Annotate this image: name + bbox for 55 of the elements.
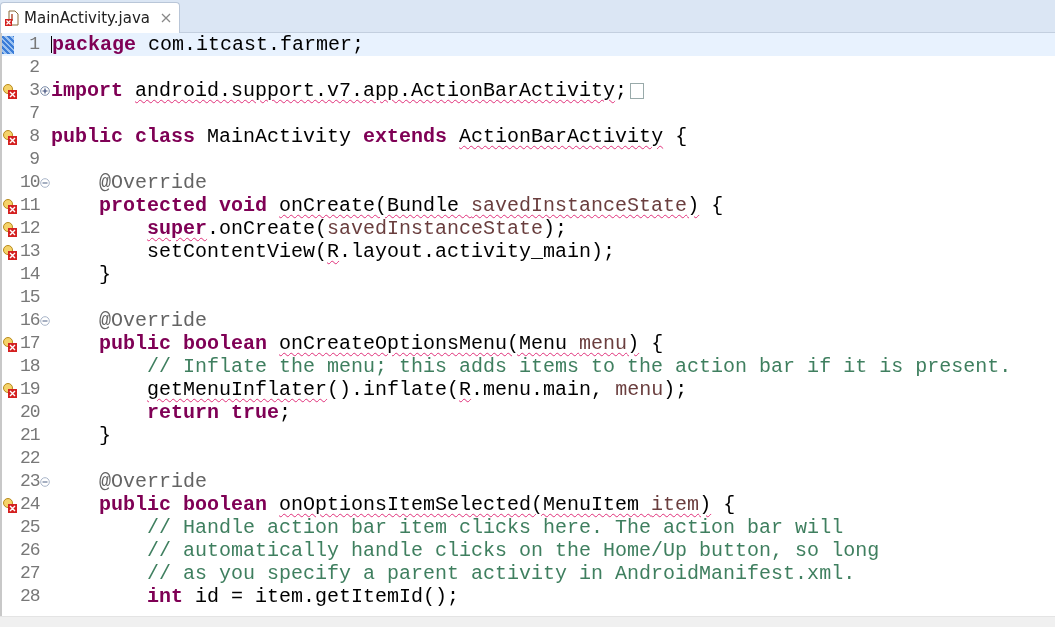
code-line: // Handle action bar item clicks here. The action bar will xyxy=(146,516,844,539)
line-number: 24 xyxy=(20,493,39,516)
line-number: 10 xyxy=(20,171,39,194)
line-number: 14 xyxy=(20,263,39,286)
line-number: 3 xyxy=(28,79,39,102)
line-number: 20 xyxy=(20,401,39,424)
text-cursor xyxy=(51,36,52,53)
code-line: public boolean onOptionsItemSelected(MenuItem item) { xyxy=(98,493,736,516)
code-line: } xyxy=(98,424,112,447)
close-icon[interactable] xyxy=(160,13,171,23)
code-line: // Inflate the menu; this adds items to the action bar if it is present. xyxy=(146,355,1012,378)
code-line: // automatically handle clicks on the Home/Up button, so long xyxy=(146,539,880,562)
code-line: @Override xyxy=(98,171,208,194)
code-line: return true; xyxy=(146,401,292,424)
java-file-error-icon xyxy=(5,10,19,26)
code-line: public class MainActivity extends ActionBarActivity { xyxy=(51,125,688,148)
line-number: 18 xyxy=(20,355,39,378)
code-line: // as you specify a parent activity in AndroidManifest.xml. xyxy=(146,562,856,585)
line-number: 7 xyxy=(28,102,39,125)
collapse-fold-icon[interactable] xyxy=(40,315,50,326)
code-line: int id = item.getItemId(); xyxy=(146,585,460,608)
horizontal-scrollbar[interactable] xyxy=(0,616,1055,627)
code-line: protected void onCreate(Bundle savedInstanceState) { xyxy=(98,194,724,217)
line-number: 22 xyxy=(20,447,39,470)
line-number: 13 xyxy=(20,240,39,263)
line-number: 17 xyxy=(20,332,39,355)
line-number: 9 xyxy=(28,148,39,171)
line-number: 8 xyxy=(28,125,39,148)
line-number: 26 xyxy=(20,539,39,562)
code-line: @Override xyxy=(98,309,208,332)
code-line: getMenuInflater().inflate(R.menu.main, menu); xyxy=(146,378,688,401)
line-number: 28 xyxy=(20,585,39,608)
line-number: 12 xyxy=(20,217,39,240)
code-line: package com.itcast.farmer; xyxy=(52,33,365,56)
line-number: 1 xyxy=(28,33,39,56)
code-line: setContentView(R.layout.activity_main); xyxy=(146,240,616,263)
line-number: 15 xyxy=(20,286,39,309)
line-number: 27 xyxy=(20,562,39,585)
line-number: 21 xyxy=(20,424,39,447)
line-number: 11 xyxy=(20,194,39,217)
code-line: @Override xyxy=(98,470,208,493)
code-line: public boolean onCreateOptionsMenu(Menu menu) { xyxy=(98,332,664,355)
line-number: 19 xyxy=(20,378,39,401)
line-number: 23 xyxy=(20,470,39,493)
collapse-fold-icon[interactable] xyxy=(40,177,50,188)
editor-tab[interactable]: MainActivity.java xyxy=(0,2,180,33)
expand-fold-icon[interactable] xyxy=(40,85,50,96)
folded-code-icon[interactable] xyxy=(630,82,645,99)
line-number: 2 xyxy=(28,56,39,79)
code-line: import android.support.v7.app.ActionBarActivity; xyxy=(51,79,628,102)
line-number: 25 xyxy=(20,516,39,539)
code-line: super.onCreate(savedInstanceState); xyxy=(146,217,568,240)
collapse-fold-icon[interactable] xyxy=(40,476,50,487)
code-line: } xyxy=(98,263,112,286)
line-number: 16 xyxy=(20,309,39,332)
